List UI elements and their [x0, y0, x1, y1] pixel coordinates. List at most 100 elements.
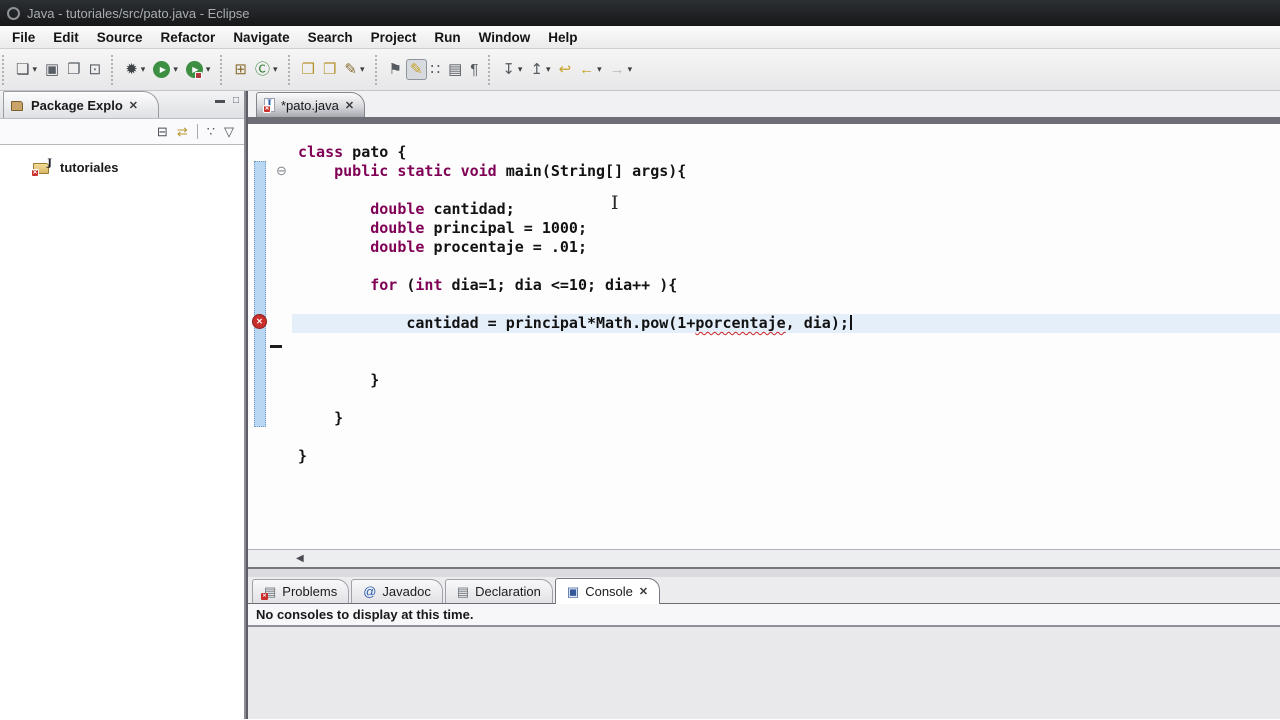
debug-dropdown-icon[interactable]: ▾: [141, 64, 146, 75]
new-wizard-icon: ❏: [16, 62, 29, 77]
code-line[interactable]: [292, 333, 1280, 352]
annotate-button[interactable]: ✎▾: [340, 59, 368, 80]
toolbar-group: ✹▾▶▾▶▾: [111, 55, 220, 85]
forward-dropdown-icon[interactable]: ▾: [628, 64, 633, 75]
show-selected-element-button[interactable]: ▤: [444, 59, 466, 80]
scroll-left-icon[interactable]: ◀: [296, 553, 304, 564]
menu-run[interactable]: Run: [425, 28, 469, 47]
minimize-view-icon[interactable]: ▬: [215, 95, 225, 106]
save-all-button[interactable]: ❐: [63, 59, 84, 80]
code-line[interactable]: }: [292, 409, 1280, 428]
previous-annotation-button[interactable]: ↥▾: [526, 59, 554, 80]
tab-javadoc[interactable]: @Javadoc: [351, 579, 443, 603]
new-java-class-button[interactable]: Ⓒ▾: [251, 59, 282, 80]
console-close-icon[interactable]: ✕: [639, 585, 648, 598]
new-java-project-icon: ⊞: [234, 62, 247, 77]
code-line[interactable]: }: [292, 371, 1280, 390]
tab-console[interactable]: ▣Console✕: [555, 578, 660, 604]
code-line[interactable]: [292, 295, 1280, 314]
next-annotation-dropdown-icon[interactable]: ▾: [518, 64, 523, 75]
code-line[interactable]: [292, 352, 1280, 371]
mark-occurrences-icon: ✎: [410, 62, 423, 77]
code-line[interactable]: cantidad = principal*Math.pow(1+porcenta…: [292, 314, 1280, 333]
menu-refactor[interactable]: Refactor: [152, 28, 225, 47]
tab-package-explorer[interactable]: Package Explo ✕: [3, 91, 159, 118]
view-menu-icon[interactable]: ▽: [224, 125, 234, 138]
menu-navigate[interactable]: Navigate: [224, 28, 298, 47]
previous-annotation-icon: ↥: [530, 62, 543, 77]
collapse-all-icon[interactable]: ⊟: [157, 125, 168, 138]
code-line[interactable]: [292, 181, 1280, 200]
new-java-class-dropdown-icon[interactable]: ▾: [273, 64, 278, 75]
code-line[interactable]: }: [292, 447, 1280, 466]
back-dropdown-icon[interactable]: ▾: [597, 64, 602, 75]
menu-edit[interactable]: Edit: [44, 28, 88, 47]
print-icon: ⊡: [89, 62, 102, 77]
menu-help[interactable]: Help: [539, 28, 586, 47]
tree-item-tutoriales[interactable]: J ✕ tutoriales: [0, 157, 244, 177]
toggle-breadcrumb-button[interactable]: ⚑: [385, 59, 406, 80]
code-line[interactable]: double procentaje = .01;: [292, 238, 1280, 257]
new-wizard-button[interactable]: ❏▾: [12, 59, 41, 80]
save-button[interactable]: ▣: [41, 59, 63, 80]
back-button[interactable]: ←▾: [575, 59, 606, 80]
code-line[interactable]: class pato {: [292, 143, 1280, 162]
editor-tab-close-icon[interactable]: ✕: [345, 99, 354, 112]
code-line[interactable]: for (int dia=1; dia <=10; dia++ ){: [292, 276, 1280, 295]
package-explorer-icon: [11, 99, 25, 112]
fold-collapse-icon[interactable]: ⊖: [276, 164, 287, 177]
eclipse-logo-icon: [7, 7, 20, 20]
menu-bar: FileEditSourceRefactorNavigateSearchProj…: [0, 26, 1280, 49]
run-dropdown-icon[interactable]: ▾: [173, 64, 178, 75]
next-annotation-button[interactable]: ↧▾: [498, 59, 526, 80]
open-resource-button[interactable]: ❒: [319, 59, 340, 80]
menu-source[interactable]: Source: [88, 28, 152, 47]
error-marker-icon[interactable]: ✕: [252, 314, 267, 329]
show-source-button[interactable]: ∷: [427, 59, 445, 80]
declaration-icon: ▤: [457, 585, 469, 598]
title-bar: Java - tutoriales/src/pato.java - Eclips…: [0, 0, 1280, 26]
last-edit-location-button[interactable]: ↩: [555, 59, 576, 80]
run-external-tools-button[interactable]: ▶▾: [182, 58, 215, 81]
code-line[interactable]: [292, 428, 1280, 447]
maximize-view-icon[interactable]: □: [233, 95, 239, 106]
code-line[interactable]: [292, 390, 1280, 409]
horizontal-scrollbar[interactable]: ◀: [248, 549, 1280, 567]
package-explorer-close-icon[interactable]: ✕: [129, 99, 138, 112]
link-with-editor-icon[interactable]: ⇄: [177, 125, 188, 138]
annotate-dropdown-icon[interactable]: ▾: [360, 64, 365, 75]
run-external-tools-dropdown-icon[interactable]: ▾: [206, 64, 211, 75]
main-area: Package Explo ✕ ▬ □ ⊟ ⇄ ∵ ▽ J ✕ tutoriales: [0, 91, 1280, 719]
show-whitespace-button[interactable]: ¶: [466, 59, 482, 80]
tab-declaration[interactable]: ▤Declaration: [445, 579, 553, 603]
debug-button[interactable]: ✹▾: [121, 59, 149, 80]
console-tab-label: Console: [585, 584, 633, 599]
mark-occurrences-button[interactable]: ✎: [406, 59, 427, 80]
run-button[interactable]: ▶▾: [149, 58, 182, 81]
panel-sash[interactable]: [248, 567, 1280, 577]
view-menu-dots-icon[interactable]: ∵: [207, 125, 215, 138]
toolbar-group: ❏▾▣❐⊡: [2, 55, 111, 85]
code-line[interactable]: public static void main(String[] args){: [292, 162, 1280, 181]
forward-button[interactable]: →▾: [606, 59, 637, 80]
code-editor[interactable]: ⊖ ✕ class pato { public static void main…: [248, 124, 1280, 549]
new-wizard-dropdown-icon[interactable]: ▾: [32, 64, 37, 75]
code-line[interactable]: [292, 257, 1280, 276]
run-icon: ▶: [153, 61, 170, 78]
tab-pato-java[interactable]: J ✕ *pato.java ✕: [256, 92, 365, 117]
menu-project[interactable]: Project: [362, 28, 426, 47]
javadoc-icon: @: [363, 585, 376, 598]
menu-search[interactable]: Search: [299, 28, 362, 47]
menu-file[interactable]: File: [3, 28, 44, 47]
previous-annotation-dropdown-icon[interactable]: ▾: [546, 64, 551, 75]
menu-window[interactable]: Window: [470, 28, 540, 47]
print-button[interactable]: ⊡: [85, 59, 106, 80]
code-line[interactable]: double cantidad;: [292, 200, 1280, 219]
problems-icon: ▤✕: [264, 585, 276, 598]
code-line[interactable]: double principal = 1000;: [292, 219, 1280, 238]
toolbar-separator: [197, 124, 198, 139]
package-explorer-toolbar: ⊟ ⇄ ∵ ▽: [0, 119, 244, 145]
open-type-button[interactable]: ❒: [298, 59, 319, 80]
tab-problems[interactable]: ▤✕Problems: [252, 579, 349, 603]
new-java-project-button[interactable]: ⊞: [230, 59, 251, 80]
